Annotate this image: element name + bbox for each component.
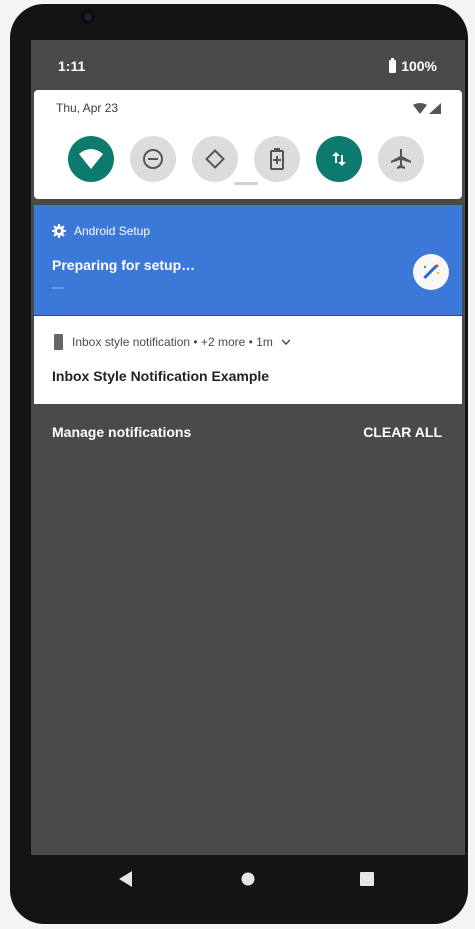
notification-inbox-style[interactable]: Inbox style notification • +2 more • 1m …	[34, 316, 462, 404]
phone-icon	[54, 334, 63, 350]
notification-android-setup[interactable]: Android Setup Preparing for setup…	[34, 205, 462, 315]
airplane-icon	[391, 149, 411, 169]
do-not-disturb-icon	[143, 149, 163, 169]
tile-mobile-data[interactable]	[316, 136, 362, 182]
nav-home-button[interactable]	[228, 855, 268, 903]
tile-auto-rotate[interactable]	[192, 136, 238, 182]
shade-footer: Manage notifications CLEAR ALL	[31, 417, 465, 447]
nav-back-button[interactable]	[106, 855, 146, 903]
navigation-bar	[31, 855, 465, 903]
status-bar: 1:11 100%	[31, 40, 465, 90]
wifi-signal-icon	[413, 103, 441, 114]
setup-app-header: Android Setup	[52, 224, 150, 238]
inbox-title: Inbox Style Notification Example	[52, 368, 270, 384]
tile-wifi[interactable]	[68, 136, 114, 182]
battery-status: 100%	[389, 57, 437, 74]
chevron-down-icon[interactable]	[281, 339, 290, 345]
magic-wand-icon	[423, 264, 440, 279]
battery-saver-icon	[270, 148, 284, 170]
tile-airplane-mode[interactable]	[378, 136, 424, 182]
signal-icons	[412, 102, 442, 120]
nav-recents-button[interactable]	[347, 855, 387, 903]
qs-date[interactable]: Thu, Apr 23	[56, 101, 118, 115]
qs-drag-handle[interactable]	[234, 182, 258, 185]
manage-notifications-button[interactable]: Manage notifications	[52, 424, 191, 440]
front-camera	[81, 10, 95, 24]
status-time: 1:11	[58, 58, 86, 74]
gear-icon	[52, 224, 66, 238]
inbox-header-text: Inbox style notification • +2 more • 1m	[72, 335, 273, 349]
auto-rotate-icon	[205, 149, 225, 169]
back-icon	[119, 871, 132, 887]
setup-app-name: Android Setup	[74, 224, 151, 238]
notification-shade: 1:11 100% Thu, Apr 23 Android Setup Prep…	[31, 40, 465, 855]
battery-percent: 100%	[401, 58, 437, 74]
tile-battery-saver[interactable]	[254, 136, 300, 182]
tile-do-not-disturb[interactable]	[130, 136, 176, 182]
wifi-icon	[79, 149, 103, 169]
recents-icon	[360, 872, 374, 886]
inbox-header: Inbox style notification • +2 more • 1m	[54, 334, 290, 350]
setup-progress-bar	[52, 287, 64, 289]
home-icon	[241, 872, 255, 886]
setup-action-button[interactable]	[413, 254, 449, 290]
battery-icon	[389, 57, 397, 73]
clear-all-button[interactable]: CLEAR ALL	[363, 424, 442, 440]
quick-settings-panel: Thu, Apr 23	[34, 90, 462, 199]
setup-title: Preparing for setup…	[52, 257, 196, 273]
mobile-data-icon	[332, 152, 346, 166]
